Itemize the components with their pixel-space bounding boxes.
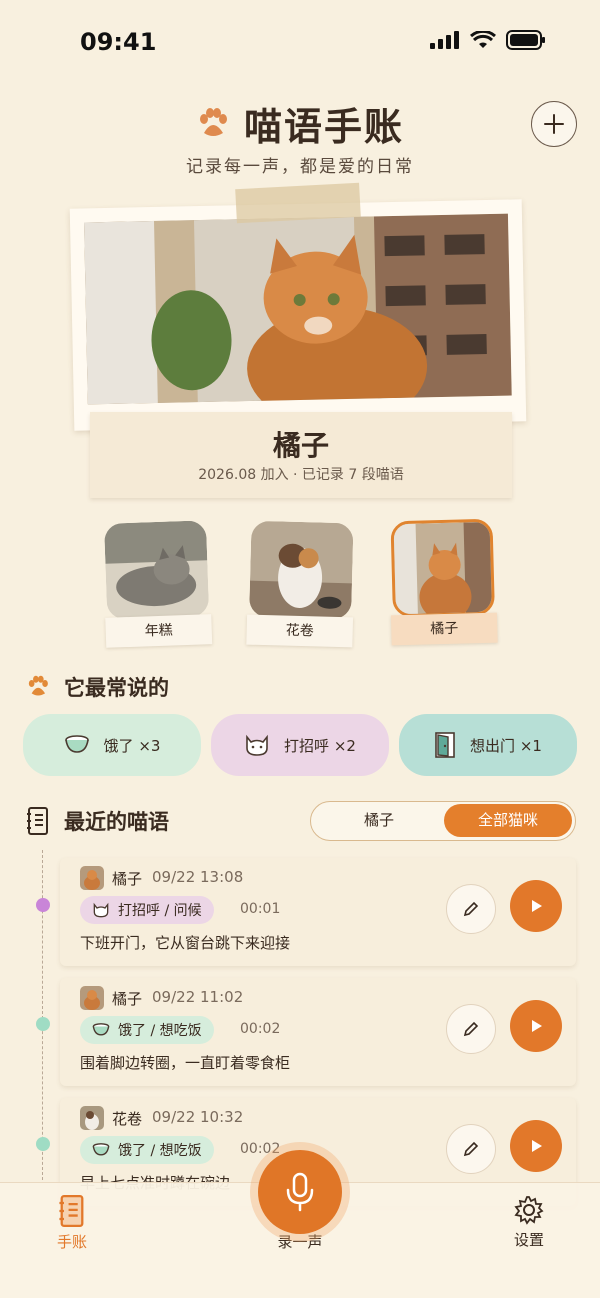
play-icon xyxy=(532,1140,542,1152)
cat-photo-card xyxy=(69,199,527,431)
chip-label: 饿了 ×3 xyxy=(103,736,161,755)
entry-timestamp: 09/22 11:02 xyxy=(152,988,244,1006)
door-icon xyxy=(435,732,455,758)
tab-record-label: 录一声 xyxy=(277,1233,323,1251)
record-button[interactable] xyxy=(258,1150,342,1234)
entry-cat-name: 花卷 xyxy=(112,1110,143,1128)
cat-selector-label: 年糕 xyxy=(105,614,213,648)
bowl-icon xyxy=(64,735,89,753)
entry-tag-label: 饿了 / 想吃饭 xyxy=(118,1023,202,1039)
wifi-icon xyxy=(470,31,496,48)
tab-settings[interactable]: 设置 xyxy=(508,1195,550,1250)
filter-option-current-cat[interactable]: 橘子 xyxy=(315,804,443,837)
cat-meta: 2026.08 加入 · 已记录 7 段喵语 xyxy=(198,467,404,483)
entry-note: 围着脚边转圈，一直盯着零食柜 xyxy=(80,1054,291,1072)
entry-timestamp: 09/22 10:32 xyxy=(152,1108,244,1126)
cat-selector-hua-juan[interactable]: 花卷 xyxy=(246,519,355,648)
signal-icon xyxy=(430,31,459,49)
recent-section-title: 最近的喵语 xyxy=(26,806,169,836)
entry-cat-name: 橘子 xyxy=(112,870,143,888)
bowl-icon xyxy=(92,1143,110,1156)
timeline-dot xyxy=(36,1017,50,1031)
chip-label: 打招呼 ×2 xyxy=(284,736,356,755)
entry-avatar xyxy=(80,1106,104,1130)
tab-journal-label: 手账 xyxy=(56,1233,87,1251)
entry-timestamp: 09/22 13:08 xyxy=(152,868,244,886)
filter-option-all-cats[interactable]: 全部猫咪 xyxy=(444,804,572,837)
entry-tag-label: 打招呼 / 问候 xyxy=(118,903,202,919)
notebook-icon xyxy=(27,807,48,835)
cat-face-icon xyxy=(246,734,268,756)
play-icon xyxy=(532,900,542,912)
cat-selector-label: 花卷 xyxy=(246,614,354,648)
play-button[interactable] xyxy=(510,880,562,932)
entry-duration: 00:01 xyxy=(240,901,281,917)
play-button[interactable] xyxy=(510,1120,562,1172)
cat-photo xyxy=(84,213,512,405)
entry-header: 花卷 09/22 10:32 xyxy=(112,1108,243,1129)
pencil-icon xyxy=(463,1141,479,1157)
cat-filter-toggle: 橘子 全部猫咪 xyxy=(310,801,576,841)
entry-cat-name: 橘子 xyxy=(112,990,143,1008)
paw-icon xyxy=(199,107,227,136)
entry-header: 橘子 09/22 13:08 xyxy=(112,868,243,889)
edit-button[interactable] xyxy=(446,884,496,934)
cat-name: 橘子 xyxy=(272,429,329,462)
status-bar: 09:41 xyxy=(0,0,600,84)
entry-tag: 饿了 / 想吃饭 xyxy=(80,1136,214,1164)
chip-label: 想出门 ×1 xyxy=(470,736,542,755)
frequent-section-title: 它最常说的 xyxy=(26,672,169,702)
entry-header: 橘子 09/22 11:02 xyxy=(112,988,243,1009)
entry-tag: 饿了 / 想吃饭 xyxy=(80,1016,214,1044)
plus-icon xyxy=(544,114,564,134)
microphone-icon xyxy=(286,1172,314,1212)
status-time: 09:41 xyxy=(80,28,157,56)
cat-thumbnail xyxy=(249,520,354,620)
photo-tape xyxy=(235,182,361,224)
app-title-row: 喵语手账 xyxy=(196,96,404,151)
play-icon xyxy=(532,1020,542,1032)
entry-duration: 00:02 xyxy=(240,1141,281,1157)
edit-button[interactable] xyxy=(446,1124,496,1174)
bowl-icon xyxy=(92,1023,110,1036)
entry-tag-label: 饿了 / 想吃饭 xyxy=(118,1143,202,1159)
pencil-icon xyxy=(463,901,479,917)
app-title: 喵语手账 xyxy=(243,105,404,149)
frequent-chip-greet[interactable]: 打招呼 ×2 xyxy=(211,714,389,776)
timeline-dot xyxy=(36,898,50,912)
app-subtitle: 记录每一声，都是爱的日常 xyxy=(186,157,414,177)
play-button[interactable] xyxy=(510,1000,562,1052)
cat-face-icon xyxy=(93,902,109,918)
frequent-title: 它最常说的 xyxy=(64,676,169,700)
edit-button[interactable] xyxy=(446,1004,496,1054)
cat-selector-label: 橘子 xyxy=(390,612,498,646)
status-icons xyxy=(430,30,546,50)
recent-entry[interactable]: 橘子 09/22 11:02 饿了 / 想吃饭 00:02 围着脚边转圈，一直盯… xyxy=(60,978,576,1086)
gear-icon xyxy=(514,1196,544,1225)
cat-thumbnail xyxy=(390,518,495,618)
pencil-icon xyxy=(463,1021,479,1037)
notebook-icon xyxy=(59,1195,84,1227)
battery-icon xyxy=(506,30,545,50)
entry-duration: 00:02 xyxy=(240,1021,281,1037)
entry-avatar xyxy=(80,986,104,1010)
entry-avatar xyxy=(80,866,104,890)
frequent-chip-hungry[interactable]: 饿了 ×3 xyxy=(23,714,201,776)
paw-icon xyxy=(28,675,48,696)
cat-name-card: 橘子 2026.08 加入 · 已记录 7 段喵语 xyxy=(90,412,512,498)
header: 喵语手账 xyxy=(0,96,600,151)
tab-settings-label: 设置 xyxy=(513,1231,544,1249)
timeline-dot xyxy=(36,1137,50,1151)
cat-thumbnail xyxy=(103,520,210,620)
recent-entry[interactable]: 橘子 09/22 13:08 打招呼 / 问候 00:01 下班开门，它从窗台跳… xyxy=(60,858,576,966)
entry-note: 下班开门，它从窗台跳下来迎接 xyxy=(80,934,291,952)
entry-tag: 打招呼 / 问候 xyxy=(80,896,214,924)
cat-selector-nian-gao[interactable]: 年糕 xyxy=(102,518,213,648)
recent-title: 最近的喵语 xyxy=(64,810,169,834)
frequent-chip-go-out[interactable]: 想出门 ×1 xyxy=(399,714,577,776)
add-button[interactable] xyxy=(531,101,577,147)
cat-selector-ju-zi[interactable]: 橘子 xyxy=(388,517,498,646)
tab-journal[interactable]: 手账 xyxy=(52,1195,92,1252)
